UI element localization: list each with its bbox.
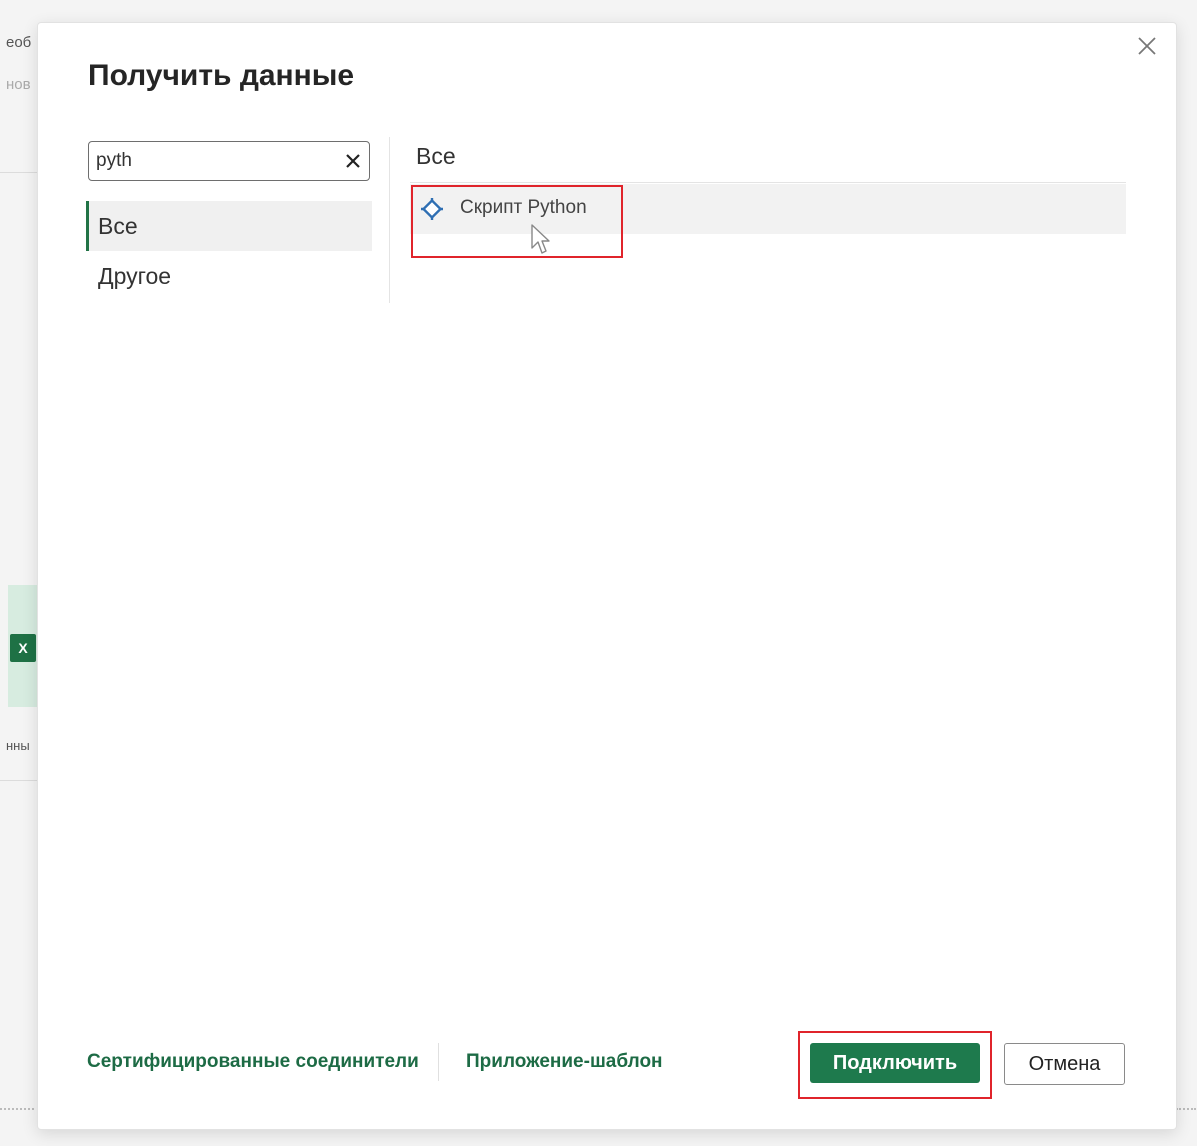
background-label: нны	[6, 738, 30, 753]
get-data-dialog: Получить данные Все Другое Все Скрипт Py…	[37, 22, 1177, 1130]
category-item-other[interactable]: Другое	[86, 251, 372, 301]
footer-divider	[438, 1043, 439, 1081]
category-list: Все Другое	[86, 201, 372, 301]
python-script-icon	[421, 198, 443, 220]
background-divider	[0, 172, 40, 173]
dialog-title: Получить данные	[88, 59, 355, 92]
excel-icon: X	[10, 634, 36, 662]
category-item-all[interactable]: Все	[86, 201, 372, 251]
connect-button[interactable]: Подключить	[810, 1043, 980, 1083]
search-input[interactable]	[96, 147, 336, 175]
results-header: Все	[416, 143, 456, 169]
background-dots	[0, 1108, 34, 1110]
close-button[interactable]	[1134, 33, 1160, 59]
cancel-button[interactable]: Отмена	[1004, 1043, 1125, 1085]
search-box	[88, 141, 370, 181]
clear-search-button[interactable]	[345, 146, 361, 174]
background-text-secondary: нов	[6, 76, 31, 93]
certified-connectors-link[interactable]: Сертифицированные соединители	[87, 1051, 419, 1073]
result-item-label: Скрипт Python	[460, 197, 587, 218]
background-divider	[0, 780, 40, 781]
template-app-link[interactable]: Приложение-шаблон	[466, 1051, 663, 1073]
background-dots	[1176, 1108, 1196, 1110]
results-divider	[410, 182, 1126, 183]
result-item-python-script[interactable]: Скрипт Python	[410, 184, 1126, 234]
panel-divider	[389, 137, 390, 303]
background-text: еоб	[6, 34, 32, 51]
close-icon	[1138, 37, 1156, 55]
clear-icon	[346, 153, 360, 168]
